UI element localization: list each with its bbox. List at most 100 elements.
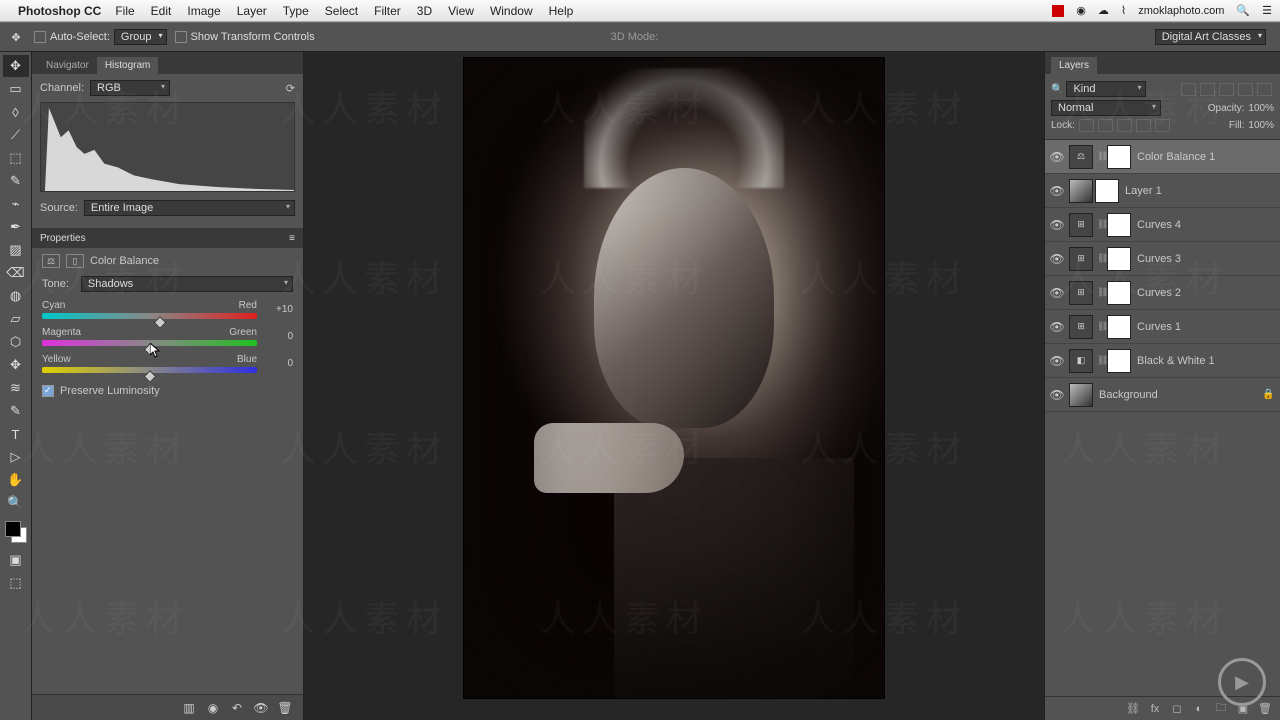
distribute-icon[interactable] bbox=[579, 28, 597, 46]
slider-value[interactable]: 0 bbox=[263, 358, 293, 369]
tool-button[interactable]: ▷ bbox=[3, 446, 29, 468]
link-icon[interactable]: ⛓ bbox=[1097, 151, 1105, 162]
lock-pixels-icon[interactable] bbox=[1098, 119, 1113, 132]
opacity-value[interactable]: 100% bbox=[1248, 103, 1274, 114]
lock-artboard-icon[interactable] bbox=[1136, 119, 1151, 132]
status-icon[interactable] bbox=[1052, 5, 1064, 17]
spotlight-icon[interactable]: 🔍 bbox=[1236, 4, 1250, 17]
document-canvas[interactable] bbox=[304, 52, 1044, 720]
filter-kind-select[interactable]: Kind bbox=[1066, 81, 1146, 97]
delete-layer-icon[interactable]: 🗑 bbox=[1256, 701, 1274, 717]
menu-help[interactable]: Help bbox=[549, 4, 574, 18]
slider-value[interactable]: +10 bbox=[263, 304, 293, 315]
tool-button[interactable]: ◍ bbox=[3, 285, 29, 307]
align-icon[interactable] bbox=[371, 28, 389, 46]
align-icon[interactable] bbox=[437, 28, 455, 46]
view-previous-icon[interactable]: ◉ bbox=[203, 699, 223, 717]
filter-adj-icon[interactable] bbox=[1200, 83, 1215, 96]
layer-name[interactable]: Color Balance 1 bbox=[1137, 151, 1262, 163]
align-icon[interactable] bbox=[349, 28, 367, 46]
tab-histogram[interactable]: Histogram bbox=[97, 57, 159, 74]
layer-name[interactable]: Curves 3 bbox=[1137, 253, 1262, 265]
link-icon[interactable]: ⛓ bbox=[1097, 253, 1105, 264]
layer-name[interactable]: Layer 1 bbox=[1125, 185, 1262, 197]
preserve-luminosity-checkbox[interactable] bbox=[42, 385, 54, 397]
distribute-icon[interactable] bbox=[469, 28, 487, 46]
tab-layers[interactable]: Layers bbox=[1051, 57, 1097, 74]
filter-type-icon[interactable] bbox=[1219, 83, 1234, 96]
tool-button[interactable]: ≋ bbox=[3, 377, 29, 399]
menu-layer[interactable]: Layer bbox=[237, 4, 267, 18]
lock-transparency-icon[interactable] bbox=[1079, 119, 1094, 132]
menu-image[interactable]: Image bbox=[187, 4, 220, 18]
layer-row[interactable]: 👁 ◧⛓ Black & White 1 bbox=[1045, 344, 1280, 378]
show-transform-checkbox[interactable] bbox=[175, 31, 187, 43]
add-mask-icon[interactable]: ◻ bbox=[1168, 701, 1186, 717]
play-overlay-icon[interactable]: ▶ bbox=[1218, 658, 1266, 706]
tool-button[interactable]: ✥ bbox=[3, 55, 29, 77]
layer-row[interactable]: 👁 ⊞⛓ Curves 1 bbox=[1045, 310, 1280, 344]
link-icon[interactable]: ⛓ bbox=[1097, 355, 1105, 366]
color-swatch[interactable] bbox=[5, 521, 27, 543]
panel-menu-icon[interactable]: ≡ bbox=[289, 233, 295, 244]
color-balance-slider[interactable] bbox=[42, 313, 257, 319]
tool-button[interactable]: ⌫ bbox=[3, 262, 29, 284]
menu-edit[interactable]: Edit bbox=[151, 4, 172, 18]
workspace-switcher[interactable]: Digital Art Classes bbox=[1155, 29, 1266, 45]
layer-row[interactable]: 👁 ⊞⛓ Curves 2 bbox=[1045, 276, 1280, 310]
align-icon[interactable] bbox=[415, 28, 433, 46]
reset-icon[interactable]: ↶ bbox=[227, 699, 247, 717]
menubar-icon[interactable]: ◉ bbox=[1076, 4, 1086, 17]
channel-select[interactable]: RGB bbox=[90, 80, 170, 96]
visibility-toggle[interactable]: 👁 bbox=[1049, 354, 1065, 368]
layer-row[interactable]: 👁 Layer 1 bbox=[1045, 174, 1280, 208]
lock-position-icon[interactable] bbox=[1117, 119, 1132, 132]
menu-select[interactable]: Select bbox=[325, 4, 358, 18]
menu-filter[interactable]: Filter bbox=[374, 4, 401, 18]
filter-pixel-icon[interactable] bbox=[1181, 83, 1196, 96]
layer-row[interactable]: 👁 ⚖⛓ Color Balance 1 bbox=[1045, 140, 1280, 174]
new-adjustment-icon[interactable]: ◐ bbox=[1190, 701, 1208, 717]
tool-button[interactable]: ▨ bbox=[3, 239, 29, 261]
cloud-icon[interactable]: ☁ bbox=[1098, 4, 1109, 17]
layer-name[interactable]: Background bbox=[1099, 389, 1262, 401]
quick-mask-icon[interactable]: ▣ bbox=[3, 549, 29, 571]
layer-row[interactable]: 👁 ⊞⛓ Curves 4 bbox=[1045, 208, 1280, 242]
slider-value[interactable]: 0 bbox=[263, 331, 293, 342]
new-group-icon[interactable]: 🗀 bbox=[1212, 701, 1230, 717]
link-icon[interactable]: ⛓ bbox=[1097, 219, 1105, 230]
visibility-toggle[interactable]: 👁 bbox=[1049, 184, 1065, 198]
tool-button[interactable]: ▭ bbox=[3, 78, 29, 100]
trash-icon[interactable]: 🗑 bbox=[275, 699, 295, 717]
tool-button[interactable]: ⌁ bbox=[3, 193, 29, 215]
tool-button[interactable]: ✎ bbox=[3, 400, 29, 422]
wifi-icon[interactable]: ⌇ bbox=[1121, 4, 1126, 17]
toggle-visibility-icon[interactable]: 👁 bbox=[251, 699, 271, 717]
tone-select[interactable]: Shadows bbox=[81, 276, 293, 292]
clip-icon[interactable]: ▥ bbox=[179, 699, 199, 717]
tool-button[interactable]: T bbox=[3, 423, 29, 445]
link-layers-icon[interactable]: ⛓ bbox=[1124, 701, 1142, 717]
tool-button[interactable]: ✎ bbox=[3, 170, 29, 192]
menu-window[interactable]: Window bbox=[490, 4, 533, 18]
auto-select-checkbox[interactable] bbox=[34, 31, 46, 43]
tool-button[interactable]: ✒ bbox=[3, 216, 29, 238]
visibility-toggle[interactable]: 👁 bbox=[1049, 150, 1065, 164]
distribute-icon[interactable] bbox=[535, 28, 553, 46]
tool-button[interactable]: 🔍 bbox=[3, 492, 29, 514]
visibility-toggle[interactable]: 👁 bbox=[1049, 218, 1065, 232]
tool-button[interactable]: ◊ bbox=[3, 101, 29, 123]
menu-view[interactable]: View bbox=[448, 4, 474, 18]
menubar-url[interactable]: zmoklaphoto.com bbox=[1138, 5, 1224, 17]
align-icon[interactable] bbox=[327, 28, 345, 46]
move-tool-icon[interactable]: ✥ bbox=[6, 28, 26, 46]
tool-button[interactable]: ⬡ bbox=[3, 331, 29, 353]
tab-navigator[interactable]: Navigator bbox=[38, 57, 97, 74]
blend-mode-select[interactable]: Normal bbox=[1051, 100, 1161, 116]
source-select[interactable]: Entire Image bbox=[84, 200, 295, 216]
tool-button[interactable]: ▱ bbox=[3, 308, 29, 330]
link-icon[interactable]: ⛓ bbox=[1097, 321, 1105, 332]
refresh-icon[interactable]: ⟳ bbox=[286, 82, 295, 95]
layer-name[interactable]: Black & White 1 bbox=[1137, 355, 1262, 367]
visibility-toggle[interactable]: 👁 bbox=[1049, 320, 1065, 334]
